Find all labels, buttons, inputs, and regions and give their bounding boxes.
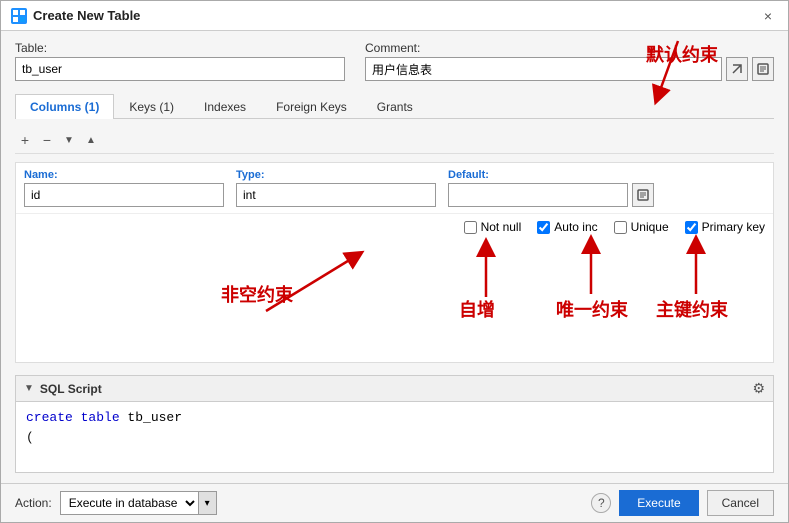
col-default-wrap (448, 183, 654, 207)
move-up-btn[interactable]: ▲ (81, 130, 101, 150)
tab-indexes[interactable]: Indexes (189, 94, 261, 119)
unique-checkbox-item: Unique (614, 220, 669, 234)
col-default-group: Default: (448, 169, 654, 207)
col-type-input[interactable] (236, 183, 436, 207)
action-select-wrap: Execute in database Execute in script ▾ (60, 491, 217, 515)
tabs-bar: Columns (1) Keys (1) Indexes Foreign Key… (15, 93, 774, 119)
primary-key-label: Primary key (702, 220, 765, 234)
sql-table-name: tb_user (127, 410, 182, 425)
table-name-input[interactable] (15, 57, 345, 81)
content-area: Table: Comment: Columns (1) Keys (1 (1, 31, 788, 483)
primary-key-checkbox[interactable] (685, 221, 698, 234)
primary-key-checkbox-item: Primary key (685, 220, 765, 234)
execute-button[interactable]: Execute (619, 490, 698, 516)
buttons-right: ? Execute Cancel (591, 490, 774, 516)
help-button[interactable]: ? (591, 493, 611, 513)
unique-checkbox[interactable] (614, 221, 627, 234)
auto-inc-checkbox[interactable] (537, 221, 550, 234)
unique-label: Unique (631, 220, 669, 234)
not-null-label: Not null (481, 220, 522, 234)
auto-inc-checkbox-item: Auto inc (537, 220, 597, 234)
app-icon (11, 8, 27, 24)
col-name-input[interactable] (24, 183, 224, 207)
sql-body: create table tb_user ( (16, 402, 773, 472)
auto-inc-label: Auto inc (554, 220, 597, 234)
col-type-group: Type: (236, 169, 436, 207)
comment-note-btn[interactable] (752, 57, 774, 81)
title-bar-left: Create New Table (11, 8, 140, 24)
sql-keyword-create: create table (26, 410, 127, 425)
tab-columns[interactable]: Columns (1) (15, 94, 114, 119)
remove-column-btn[interactable]: − (37, 130, 57, 150)
table-comment-row: Table: Comment: (15, 41, 774, 81)
column-fields-row: Name: Type: Default: (16, 163, 773, 214)
sql-collapse-btn[interactable]: ▼ (24, 383, 34, 394)
expand-comment-btn[interactable] (726, 57, 748, 81)
col-default-label: Default: (448, 169, 654, 181)
add-column-btn[interactable]: + (15, 130, 35, 150)
table-name-group: Table: (15, 41, 345, 81)
tab-grants[interactable]: Grants (362, 94, 428, 119)
title-bar: Create New Table × (1, 1, 788, 31)
comment-input[interactable] (365, 57, 722, 81)
comment-input-wrap (365, 57, 774, 81)
checkboxes-row: Not null Auto inc Unique Primary key (16, 214, 773, 240)
action-row: Action: Execute in database Execute in s… (15, 491, 217, 515)
default-note-btn[interactable] (632, 183, 654, 207)
close-button[interactable]: × (758, 6, 778, 26)
sql-section: ▼ SQL Script ⚙ create table tb_user ( (15, 375, 774, 473)
columns-toolbar: + − ▼ ▲ (15, 127, 774, 154)
comment-group: Comment: (365, 41, 774, 81)
tab-keys[interactable]: Keys (1) (114, 94, 189, 119)
col-default-input[interactable] (448, 183, 628, 207)
not-null-checkbox[interactable] (464, 221, 477, 234)
tab-foreign-keys[interactable]: Foreign Keys (261, 94, 362, 119)
sql-header-left: ▼ SQL Script (24, 382, 102, 396)
comment-label: Comment: (365, 41, 774, 55)
column-editor: Name: Type: Default: (15, 162, 774, 363)
bottom-bar: Action: Execute in database Execute in s… (1, 483, 788, 522)
sql-gear-icon[interactable]: ⚙ (752, 380, 765, 397)
create-table-dialog: Create New Table × Table: Comment: (0, 0, 789, 523)
move-down-btn[interactable]: ▼ (59, 130, 79, 150)
dialog-title: Create New Table (33, 8, 140, 23)
col-type-label: Type: (236, 169, 436, 181)
col-name-label: Name: (24, 169, 224, 181)
sql-header: ▼ SQL Script ⚙ (16, 376, 773, 402)
action-label: Action: (15, 496, 52, 510)
action-select[interactable]: Execute in database Execute in script (61, 492, 198, 514)
not-null-checkbox-item: Not null (464, 220, 522, 234)
sql-title: SQL Script (40, 382, 102, 396)
col-name-group: Name: (24, 169, 224, 207)
sql-line-1: create table tb_user (26, 408, 763, 428)
table-name-label: Table: (15, 41, 345, 55)
sql-line-2: ( (26, 428, 763, 448)
sql-paren: ( (26, 430, 34, 445)
cancel-button[interactable]: Cancel (707, 490, 774, 516)
action-dropdown-arrow[interactable]: ▾ (198, 492, 216, 514)
